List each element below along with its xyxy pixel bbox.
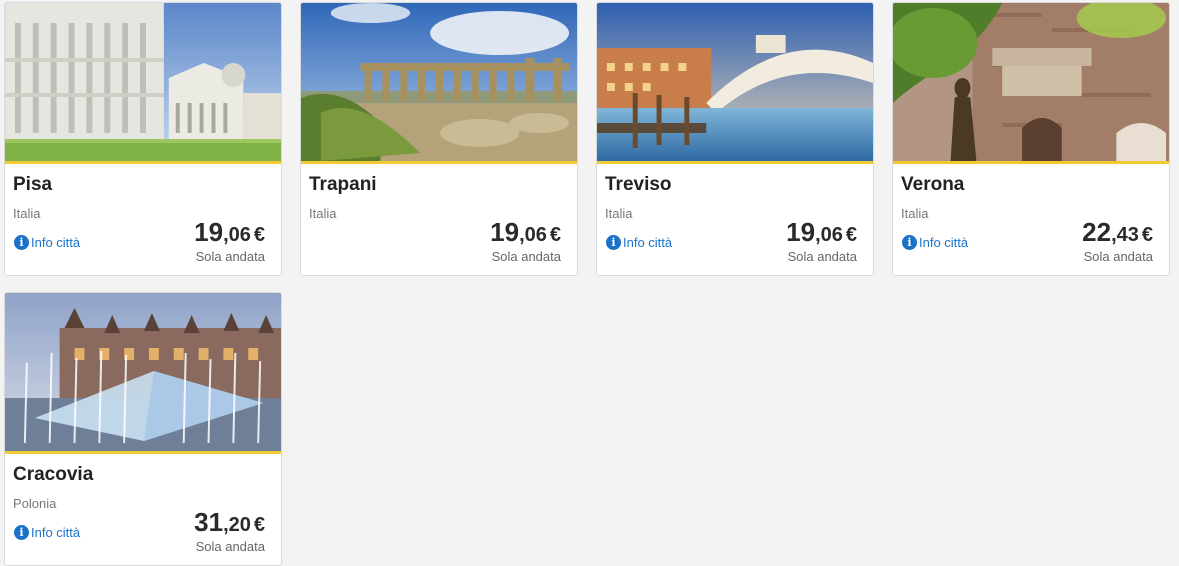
trip-type: Sola andata [1083,249,1153,264]
city-name: Verona [901,174,965,195]
trip-type: Sola andata [491,249,561,264]
info-icon: i [14,525,29,540]
price: 19,06 € [194,217,265,248]
price-decimal: ,43 [1111,224,1139,246]
city-name: Cracovia [13,464,94,485]
info-icon: i [606,235,621,250]
info-city-link[interactable]: i Info città [606,235,672,250]
info-city-link[interactable]: i Info città [14,525,80,540]
price-integer: 19 [194,217,224,247]
price-integer: 19 [786,217,816,247]
destination-photo [301,3,577,164]
destination-card-verona[interactable]: Verona Italia i Info città 22,43 € Sola a… [892,2,1170,276]
price-decimal: ,06 [223,224,251,246]
trip-type: Sola andata [195,539,265,554]
price-currency: € [549,224,561,246]
country-name: Italia [901,206,929,221]
city-name: Treviso [605,174,672,195]
price-decimal: ,06 [815,224,843,246]
trip-type: Sola andata [787,249,857,264]
country-name: Italia [605,206,633,221]
destination-photo [893,3,1169,164]
price: 31,20 € [194,507,265,538]
info-city-label: Info città [31,525,81,540]
destination-grid: Pisa Italia i Info città 19,06 € Sola and… [4,2,1172,566]
destination-photo [5,3,281,164]
city-name: Pisa [13,174,53,195]
price-integer: 22 [1082,217,1112,247]
price-integer: 31 [194,507,224,537]
destination-photo [597,3,873,164]
price: 22,43 € [1082,217,1153,248]
destination-card-treviso[interactable]: Treviso Italia i Info città 19,06 € Sola … [596,2,874,276]
country-name: Italia [309,206,337,221]
price: 19,06 € [786,217,857,248]
price-currency: € [1141,224,1153,246]
info-icon: i [902,235,917,250]
price-currency: € [845,224,857,246]
destination-card-pisa[interactable]: Pisa Italia i Info città 19,06 € Sola and… [4,2,282,276]
info-city-label: Info città [919,235,969,250]
price-currency: € [253,514,265,536]
price-currency: € [253,224,265,246]
destination-card-cracovia[interactable]: Cracovia Polonia i Info città 31,20 € Sol… [4,292,282,566]
price: 19,06 € [490,217,561,248]
price-decimal: ,06 [519,224,547,246]
destination-card-trapani[interactable]: Trapani Italia 19,06 € Sola andata [300,2,578,276]
info-city-link[interactable]: i Info città [14,235,80,250]
destination-photo [5,293,281,454]
country-name: Italia [13,206,41,221]
info-city-label: Info città [31,235,81,250]
country-name: Polonia [13,496,57,511]
trip-type: Sola andata [195,249,265,264]
price-decimal: ,20 [223,514,251,536]
info-city-label: Info città [623,235,673,250]
info-icon: i [14,235,29,250]
city-name: Trapani [309,174,377,195]
price-integer: 19 [490,217,520,247]
info-city-link[interactable]: i Info città [902,235,968,250]
